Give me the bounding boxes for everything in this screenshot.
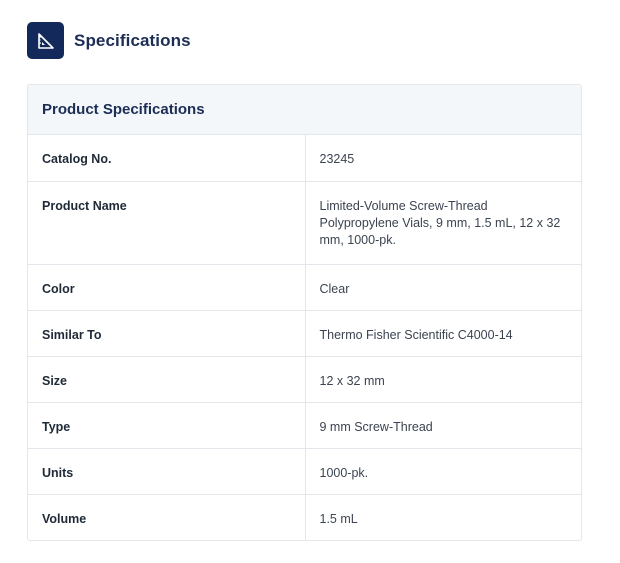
section-title: Specifications bbox=[74, 30, 191, 50]
spec-value: Limited-Volume Screw-Thread Polypropylen… bbox=[305, 181, 581, 265]
table-row: Color Clear bbox=[28, 264, 581, 311]
table-row: Size 12 x 32 mm bbox=[28, 356, 581, 403]
specifications-table: Catalog No. 23245 Product Name Limited-V… bbox=[28, 135, 581, 540]
spec-value: 23245 bbox=[305, 135, 581, 182]
spec-label: Units bbox=[28, 448, 306, 495]
card-header: Product Specifications bbox=[28, 85, 581, 135]
table-row: Type 9 mm Screw-Thread bbox=[28, 402, 581, 449]
spec-label: Size bbox=[28, 356, 306, 403]
specifications-section-header: Specifications bbox=[27, 22, 191, 59]
spec-value: 1000-pk. bbox=[305, 448, 581, 495]
spec-label: Similar To bbox=[28, 310, 306, 357]
table-row: Product Name Limited-Volume Screw-Thread… bbox=[28, 181, 581, 265]
spec-value: 9 mm Screw-Thread bbox=[305, 402, 581, 449]
spec-value: Thermo Fisher Scientific C4000-14 bbox=[305, 310, 581, 357]
spec-label: Catalog No. bbox=[28, 135, 306, 182]
spec-label: Color bbox=[28, 264, 306, 311]
spec-value: 1.5 mL bbox=[319, 511, 358, 526]
spec-label: Product Name bbox=[28, 181, 306, 265]
spec-label: Volume bbox=[28, 494, 306, 540]
table-row: Units 1000-pk. bbox=[28, 448, 581, 495]
product-specifications-card: Product Specifications Catalog No. 23245… bbox=[27, 84, 582, 541]
table-row: Similar To Thermo Fisher Scientific C400… bbox=[28, 310, 581, 357]
set-square-ruler-icon bbox=[27, 22, 64, 59]
card-title: Product Specifications bbox=[42, 101, 205, 118]
table-row: Catalog No. 23245 bbox=[28, 135, 581, 182]
spec-value: Clear bbox=[305, 264, 581, 311]
spec-value: 12 x 32 mm bbox=[305, 356, 581, 403]
spec-label: Type bbox=[28, 402, 306, 449]
table-row: Volume 1.5 mL bbox=[28, 494, 581, 540]
